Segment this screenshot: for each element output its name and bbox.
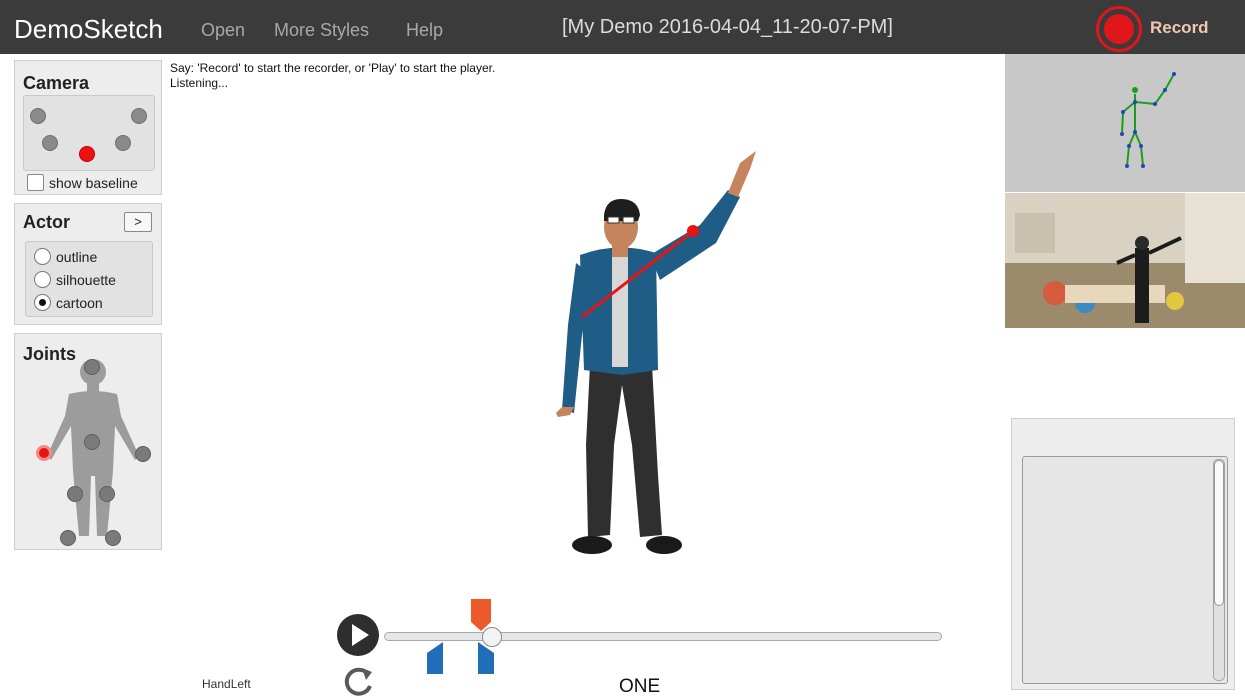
cartoon-actor bbox=[556, 151, 756, 554]
actor-style-options: outline silhouette cartoon bbox=[25, 241, 153, 317]
camera-selector bbox=[23, 95, 155, 171]
joints-panel: Joints bbox=[14, 333, 162, 550]
camera-position-5-active[interactable] bbox=[79, 146, 95, 162]
joint-hand-left[interactable] bbox=[36, 445, 52, 461]
selected-joint-label: HandLeft bbox=[202, 677, 251, 691]
demosketch-app: DemoSketch Open More Styles Help [My Dem… bbox=[0, 0, 1245, 700]
record-icon bbox=[1104, 14, 1134, 44]
camera-feed-image bbox=[1005, 193, 1245, 328]
joint-foot-left[interactable] bbox=[60, 530, 76, 546]
radio-outline-label: outline bbox=[56, 249, 98, 265]
radio-cartoon[interactable] bbox=[34, 294, 51, 311]
document-title: [My Demo 2016-04-04_11-20-07-PM] bbox=[562, 16, 893, 38]
skeleton-view bbox=[1005, 54, 1245, 192]
radio-silhouette[interactable] bbox=[34, 271, 51, 288]
record-label[interactable]: Record bbox=[1150, 18, 1209, 38]
camera-position-4[interactable] bbox=[115, 135, 131, 151]
side-list-scroll-thumb[interactable] bbox=[1214, 460, 1224, 606]
radio-cartoon-label: cartoon bbox=[56, 295, 103, 311]
joint-spine[interactable] bbox=[84, 434, 100, 450]
record-button[interactable] bbox=[1096, 6, 1142, 52]
top-bar: DemoSketch Open More Styles Help [My Dem… bbox=[0, 0, 1245, 54]
keyframe-marker-icon[interactable] bbox=[426, 641, 444, 675]
actor-panel: Actor > outline silhouette cartoon bbox=[14, 203, 162, 325]
camera-position-1[interactable] bbox=[30, 108, 46, 124]
voice-instruction: Say: 'Record' to start the recorder, or … bbox=[170, 61, 496, 75]
camera-feed bbox=[1005, 193, 1245, 328]
side-list[interactable] bbox=[1022, 456, 1228, 684]
replay-icon[interactable] bbox=[340, 662, 378, 700]
camera-panel: Camera show baseline bbox=[14, 60, 162, 195]
play-button[interactable] bbox=[337, 614, 379, 656]
menu-help[interactable]: Help bbox=[406, 20, 443, 41]
joint-head[interactable] bbox=[84, 359, 100, 375]
menu-open[interactable]: Open bbox=[201, 20, 245, 41]
show-baseline-label: show baseline bbox=[49, 175, 138, 191]
radio-outline[interactable] bbox=[34, 248, 51, 265]
actor-expand-button[interactable]: > bbox=[124, 212, 152, 232]
timeline-track[interactable] bbox=[384, 632, 942, 641]
joint-knee-right[interactable] bbox=[99, 486, 115, 502]
camera-position-3[interactable] bbox=[42, 135, 58, 151]
spoken-word-label: ONE bbox=[619, 676, 661, 697]
side-panel bbox=[1011, 418, 1235, 690]
menu-more-styles[interactable]: More Styles bbox=[274, 20, 369, 41]
camera-panel-title: Camera bbox=[23, 73, 90, 93]
keyframe-marker-icon[interactable] bbox=[477, 641, 495, 675]
radio-silhouette-label: silhouette bbox=[56, 272, 116, 288]
joint-foot-right[interactable] bbox=[105, 530, 121, 546]
app-brand: DemoSketch bbox=[14, 14, 163, 44]
camera-position-2[interactable] bbox=[131, 108, 147, 124]
side-list-scrollbar[interactable] bbox=[1213, 459, 1225, 681]
skeleton-figure-icon bbox=[1120, 72, 1176, 168]
listening-status: Listening... bbox=[170, 76, 229, 90]
joint-hand-right[interactable] bbox=[135, 446, 151, 462]
joint-knee-left[interactable] bbox=[67, 486, 83, 502]
actor-panel-title: Actor bbox=[23, 212, 71, 232]
show-baseline-checkbox[interactable] bbox=[27, 174, 44, 191]
